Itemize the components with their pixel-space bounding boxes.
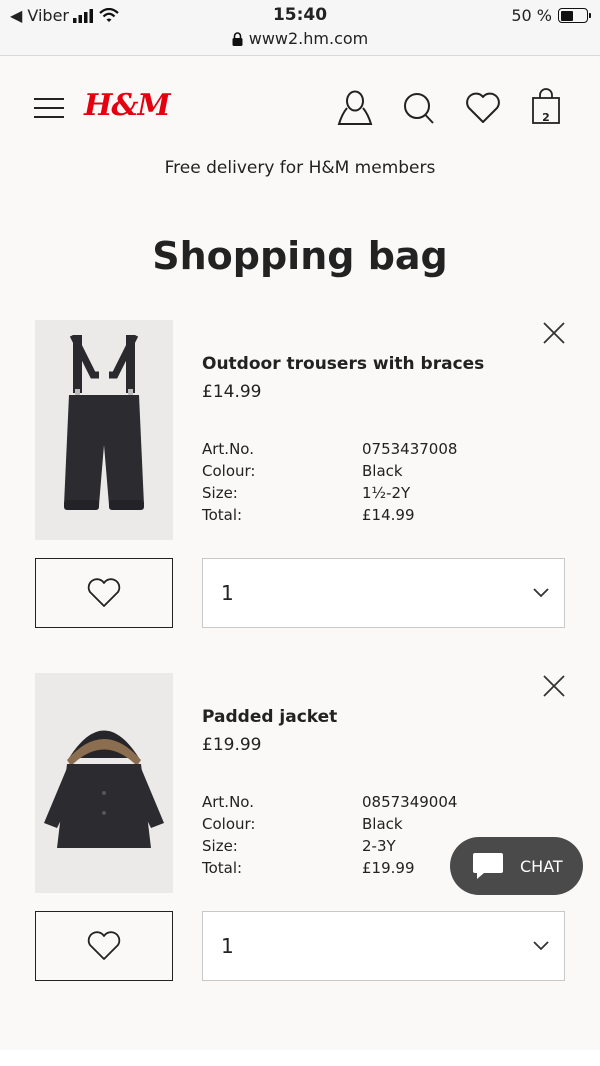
quantity-value: 1 <box>221 581 234 605</box>
promo-banner[interactable]: Free delivery for H&M members <box>0 158 600 178</box>
colour-label: Colour: <box>202 462 256 480</box>
bag-item: Outdoor trousers with braces £14.99 Art.… <box>0 320 600 650</box>
size-value: 2-3Y <box>362 837 396 855</box>
hm-logo[interactable]: H&M <box>84 88 171 123</box>
bag-count-badge: 2 <box>542 111 550 124</box>
product-image[interactable] <box>35 673 173 893</box>
art-no-value: 0857349004 <box>362 793 458 811</box>
product-details: Art.No. 0753437008 Colour: Black Size: 1½-2… <box>202 438 457 526</box>
bottom-divider <box>0 1050 600 1066</box>
product-price: £14.99 <box>202 382 262 402</box>
add-to-favorites-button[interactable] <box>35 558 173 628</box>
chat-button[interactable]: CHAT <box>450 837 583 895</box>
url-text: www2.hm.com <box>248 29 369 48</box>
quantity-select[interactable]: 1 <box>202 911 565 981</box>
url-bar[interactable]: www2.hm.com <box>0 29 600 48</box>
status-right: 50 % <box>511 6 591 25</box>
size-label: Size: <box>202 837 238 855</box>
art-no-value: 0753437008 <box>362 440 458 458</box>
menu-icon[interactable] <box>34 98 64 120</box>
colour-value: Black <box>362 462 403 480</box>
total-value: £14.99 <box>362 506 415 524</box>
status-time: 15:40 <box>272 5 328 25</box>
battery-percent: 50 % <box>511 6 552 25</box>
total-value: £19.99 <box>362 859 415 877</box>
lock-icon <box>232 31 243 46</box>
chat-label: CHAT <box>520 856 563 876</box>
colour-value: Black <box>362 815 403 833</box>
product-image[interactable] <box>35 320 173 540</box>
heart-icon <box>87 578 121 607</box>
chevron-down-icon <box>533 588 549 598</box>
page-title: Shopping bag <box>152 234 448 278</box>
favorites-icon[interactable] <box>464 90 502 126</box>
search-icon[interactable] <box>402 90 436 126</box>
size-label: Size: <box>202 484 238 502</box>
chevron-down-icon <box>533 941 549 951</box>
site-header: H&M 2 <box>0 56 600 156</box>
size-value: 1½-2Y <box>362 484 411 502</box>
close-icon[interactable] <box>543 322 565 344</box>
battery-icon <box>558 8 591 23</box>
art-no-label: Art.No. <box>202 440 254 458</box>
status-bar: ◀ Viber 15:40 www2.hm.com 50 % <box>0 0 600 56</box>
trousers-image <box>64 335 144 510</box>
product-name[interactable]: Padded jacket <box>202 707 337 727</box>
quantity-select[interactable]: 1 <box>202 558 565 628</box>
total-label: Total: <box>202 859 243 877</box>
product-details: Art.No. 0857349004 Colour: Black Size: 2-3Y… <box>202 791 457 879</box>
account-icon[interactable] <box>336 90 374 126</box>
quantity-value: 1 <box>221 934 234 958</box>
jacket-image <box>44 730 164 848</box>
total-label: Total: <box>202 506 243 524</box>
add-to-favorites-button[interactable] <box>35 911 173 981</box>
art-no-label: Art.No. <box>202 793 254 811</box>
chat-bubble-icon <box>473 853 503 879</box>
colour-label: Colour: <box>202 815 256 833</box>
heart-icon <box>87 931 121 960</box>
product-name[interactable]: Outdoor trousers with braces <box>202 354 484 374</box>
product-price: £19.99 <box>202 735 262 755</box>
close-icon[interactable] <box>543 675 565 697</box>
